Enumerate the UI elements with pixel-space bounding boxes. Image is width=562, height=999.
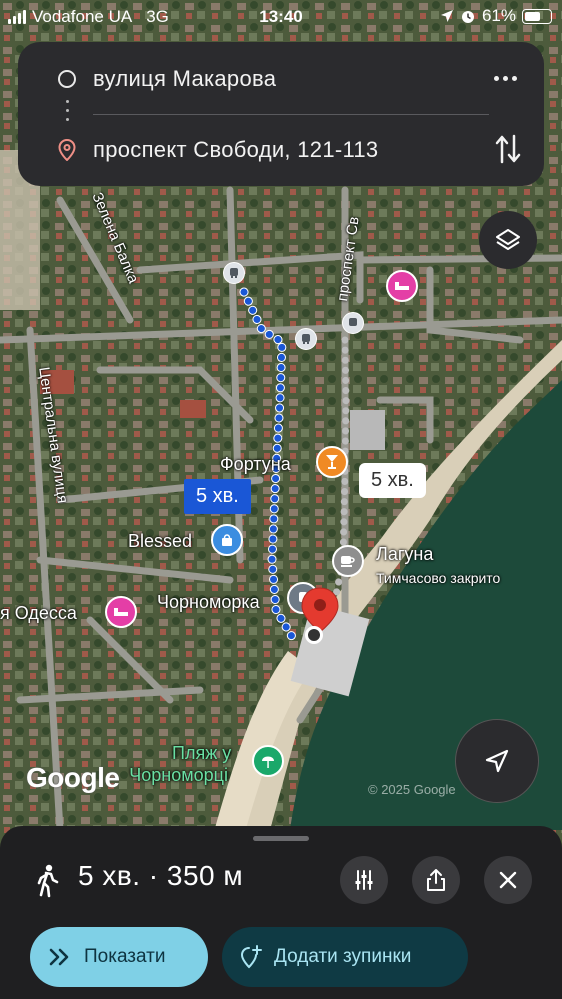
- destination-row[interactable]: проспект Свободи, 121-113: [18, 125, 544, 175]
- share-icon: [427, 869, 445, 891]
- bus-stop-icon[interactable]: [342, 312, 364, 334]
- location-arrow-icon: [440, 10, 453, 22]
- place-status-laguna: Тимчасово закрито: [376, 570, 501, 586]
- swap-vertical-icon[interactable]: [494, 132, 522, 166]
- beach-umbrella-icon[interactable]: [252, 745, 284, 777]
- show-route-button[interactable]: Показати: [30, 927, 208, 987]
- origin-circle-icon: [58, 70, 76, 88]
- route-dots-icon: [66, 100, 69, 128]
- add-stops-button[interactable]: Додати зупинки: [222, 927, 468, 987]
- cocktail-bar-icon[interactable]: [316, 446, 348, 478]
- origin-field[interactable]: вулиця Макарова: [93, 66, 276, 92]
- battery-icon: [522, 8, 552, 24]
- add-stops-label: Додати зупинки: [274, 946, 412, 967]
- place-label-laguna[interactable]: Лагуна: [376, 544, 433, 565]
- close-button[interactable]: [484, 856, 532, 904]
- double-chevron-right-icon: [48, 947, 72, 967]
- trip-summary: 5 хв. · 350 м: [78, 860, 244, 891]
- hotel-icon[interactable]: [105, 596, 137, 628]
- beach-label-line2: Чорноморці: [129, 765, 228, 785]
- layers-icon: [496, 229, 520, 250]
- destination-field[interactable]: проспект Свободи, 121-113: [93, 137, 378, 163]
- status-right: 61%: [440, 6, 552, 26]
- alt-route-time-badge[interactable]: 5 хв.: [359, 463, 426, 498]
- bus-stop-icon[interactable]: [223, 262, 245, 284]
- place-label-chornomorka[interactable]: Чорноморка: [157, 592, 260, 613]
- shopping-bag-icon[interactable]: [211, 524, 243, 556]
- my-location-button[interactable]: [455, 719, 539, 803]
- place-label-fortuna[interactable]: Фортуна: [220, 454, 291, 475]
- map-copyright: © 2025 Google: [368, 782, 456, 797]
- route-time-badge[interactable]: 5 хв.: [184, 479, 251, 514]
- bus-stop-icon[interactable]: [295, 328, 317, 350]
- add-location-icon: [240, 945, 262, 969]
- google-logo: Google: [26, 762, 120, 793]
- place-label-blessed[interactable]: Blessed: [128, 531, 192, 552]
- walking-icon: [37, 864, 59, 898]
- origin-marker-icon: [305, 626, 323, 644]
- hotel-icon[interactable]: [386, 270, 418, 302]
- destination-pin-outline-icon: [58, 139, 76, 161]
- navigation-arrow-icon: [485, 749, 509, 773]
- tune-sliders-icon: [355, 870, 373, 890]
- battery-percent: 61%: [481, 6, 516, 25]
- share-button[interactable]: [412, 856, 460, 904]
- cafe-icon[interactable]: [332, 545, 364, 577]
- directions-bottom-sheet: 5 хв. · 350 м Показати Додати зупинки: [0, 826, 562, 999]
- close-icon: [499, 871, 517, 889]
- route-options-button[interactable]: [340, 856, 388, 904]
- alarm-clock-icon: [461, 11, 474, 23]
- layers-button[interactable]: [479, 211, 537, 269]
- beach-label-line1: Пляж у: [172, 743, 232, 763]
- place-label-odesa[interactable]: я Одесса: [0, 603, 77, 624]
- show-route-label: Показати: [84, 946, 166, 967]
- sheet-drag-handle[interactable]: [253, 836, 309, 841]
- route-divider: [93, 114, 489, 115]
- status-bar: Vodafone UA 3G 13:40 61%: [0, 0, 562, 34]
- place-label-beach[interactable]: Пляж у Чорноморці: [129, 742, 232, 786]
- more-options-icon[interactable]: [490, 68, 520, 88]
- origin-row[interactable]: вулиця Макарова: [18, 54, 544, 104]
- route-card: вулиця Макарова проспект Свободи, 121-11…: [18, 42, 544, 186]
